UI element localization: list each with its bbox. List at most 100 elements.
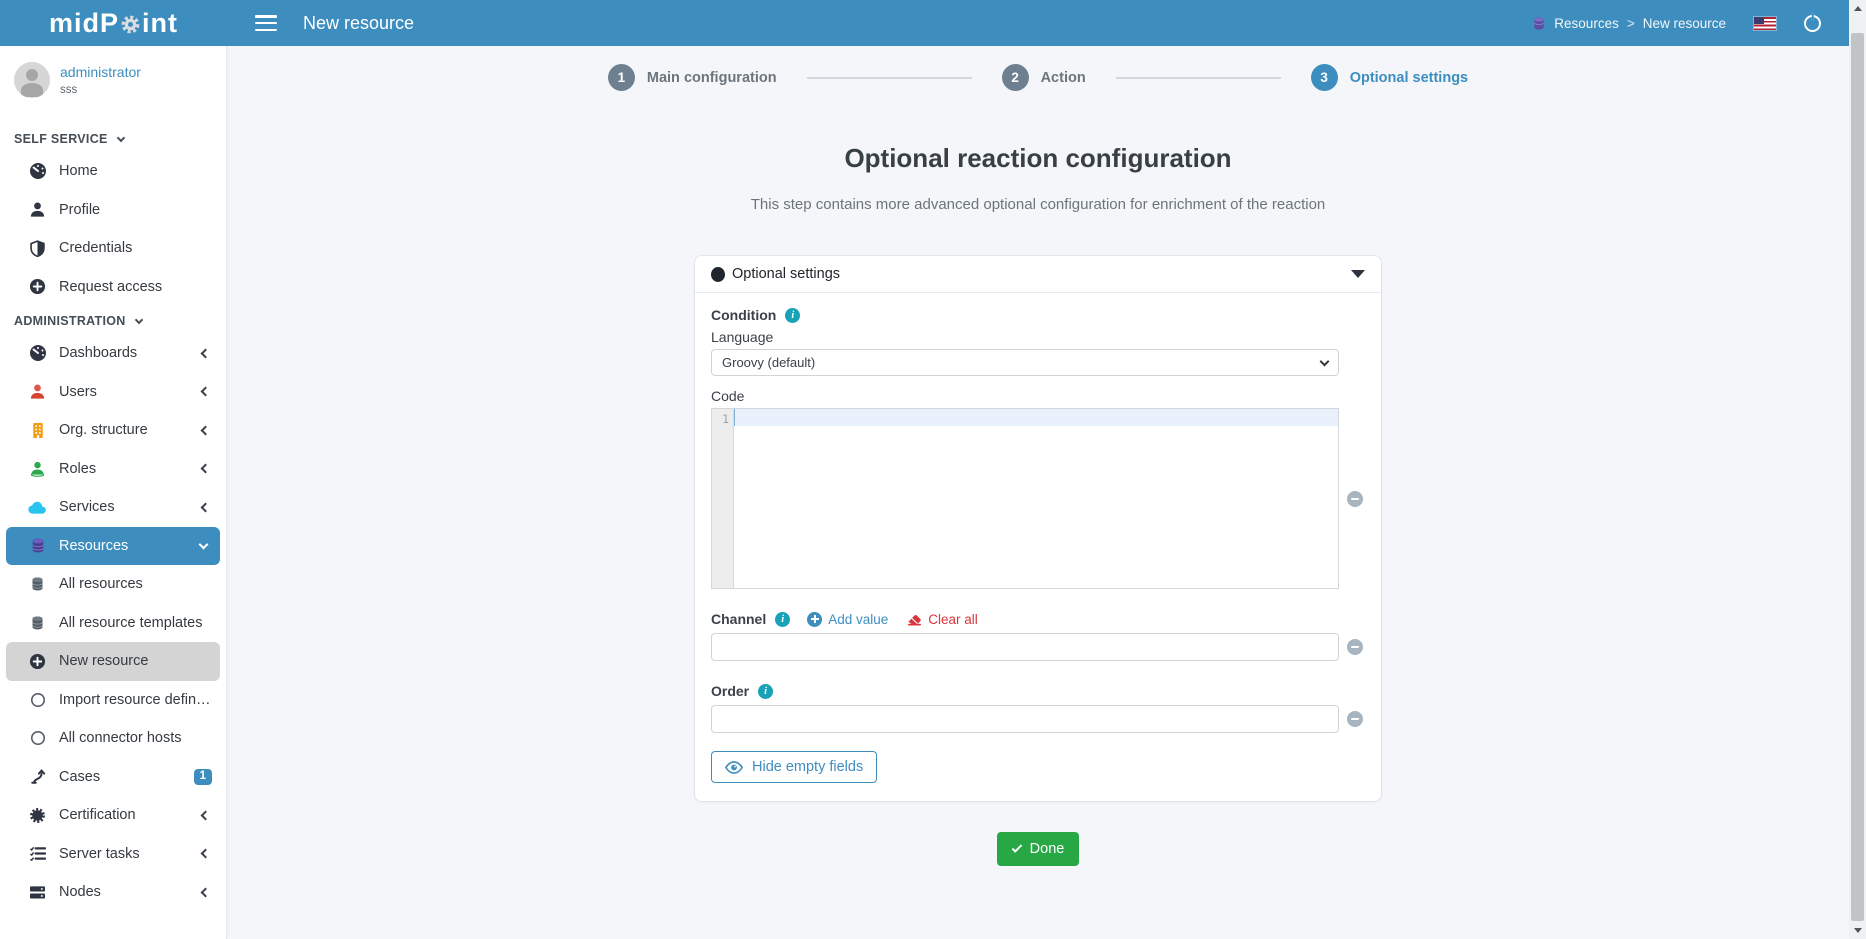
building-icon bbox=[28, 421, 47, 440]
info-icon[interactable]: i bbox=[785, 308, 800, 323]
sidebar-item-all-resource-templates[interactable]: All resource templates bbox=[0, 604, 226, 643]
collapse-caret-icon[interactable] bbox=[1351, 270, 1365, 278]
circle-outline-icon bbox=[28, 729, 47, 748]
sidebar-item-new-resource[interactable]: New resource bbox=[6, 642, 220, 681]
sidebar-item-users[interactable]: Users bbox=[0, 373, 226, 412]
database-icon bbox=[28, 613, 47, 632]
language-select[interactable]: Groovy (default) bbox=[711, 349, 1339, 376]
wizard-step-optional-settings[interactable]: 3 Optional settings bbox=[1311, 64, 1468, 91]
eraser-icon bbox=[907, 612, 922, 626]
channel-input[interactable] bbox=[711, 633, 1339, 661]
sidebar-item-services[interactable]: Services bbox=[0, 488, 226, 527]
chevron-left-icon bbox=[201, 348, 211, 358]
order-label: Order bbox=[711, 683, 749, 699]
code-active-line bbox=[734, 409, 1338, 426]
chevron-left-icon bbox=[201, 849, 211, 859]
check-icon bbox=[1011, 842, 1022, 853]
card-title: Optional settings bbox=[732, 266, 840, 282]
database-icon bbox=[28, 575, 47, 594]
sidebar-item-cases[interactable]: Cases 1 bbox=[0, 758, 226, 797]
route-icon bbox=[28, 767, 47, 786]
sidebar-item-all-resources[interactable]: All resources bbox=[0, 565, 226, 604]
tachometer-icon bbox=[28, 162, 47, 181]
cases-badge: 1 bbox=[194, 769, 212, 785]
info-icon[interactable]: i bbox=[775, 612, 790, 627]
chevron-left-icon bbox=[201, 464, 211, 474]
menu-toggle-icon[interactable] bbox=[255, 15, 277, 31]
channel-label: Channel bbox=[711, 611, 766, 627]
chevron-down-icon bbox=[134, 316, 142, 324]
language-flag-us-icon[interactable] bbox=[1754, 17, 1776, 30]
chevron-down-icon bbox=[116, 134, 124, 142]
chevron-down-icon bbox=[199, 539, 209, 549]
sidebar-item-certification[interactable]: Certification bbox=[0, 796, 226, 835]
sidebar-item-roles[interactable]: Roles bbox=[0, 450, 226, 489]
database-icon bbox=[28, 536, 47, 555]
add-value-button[interactable]: Add value bbox=[807, 612, 888, 627]
remove-value-icon[interactable] bbox=[1347, 491, 1363, 507]
clear-all-button[interactable]: Clear all bbox=[907, 612, 978, 627]
info-icon[interactable]: i bbox=[758, 684, 773, 699]
scrollbar-thumb[interactable] bbox=[1851, 33, 1864, 921]
scroll-up-arrow-icon[interactable] bbox=[1854, 6, 1862, 11]
breadcrumb: Resources > New resource bbox=[1532, 16, 1726, 31]
sidebar-item-import-resource-definition[interactable]: Import resource definit… bbox=[0, 681, 226, 720]
circle-outline-icon bbox=[28, 690, 47, 709]
circle-icon bbox=[711, 267, 725, 282]
plus-circle-icon bbox=[28, 652, 47, 671]
breadcrumb-current: New resource bbox=[1643, 16, 1726, 31]
card-header-toggle[interactable]: Optional settings bbox=[695, 256, 1381, 293]
logout-power-icon[interactable] bbox=[1804, 15, 1821, 32]
remove-value-icon[interactable] bbox=[1347, 639, 1363, 655]
task-list-icon bbox=[28, 844, 47, 863]
browser-scrollbar[interactable] bbox=[1849, 0, 1866, 939]
sidebar-item-home[interactable]: Home bbox=[0, 152, 226, 191]
order-input[interactable] bbox=[711, 705, 1339, 733]
optional-settings-card: Optional settings Condition i Language G… bbox=[694, 255, 1382, 802]
database-icon bbox=[1532, 16, 1546, 31]
hide-empty-fields-button[interactable]: Hide empty fields bbox=[711, 751, 877, 783]
sidebar-item-credentials[interactable]: Credentials bbox=[0, 229, 226, 268]
user-icon bbox=[28, 459, 47, 478]
wizard-step-main-configuration[interactable]: 1 Main configuration bbox=[608, 64, 777, 91]
scroll-down-arrow-icon[interactable] bbox=[1854, 928, 1862, 933]
sidebar-item-nodes[interactable]: Nodes bbox=[0, 873, 226, 912]
done-button[interactable]: Done bbox=[997, 832, 1080, 866]
section-header-self-service[interactable]: SELF SERVICE bbox=[0, 106, 226, 152]
chevron-left-icon bbox=[201, 425, 211, 435]
code-editor[interactable]: 1 bbox=[711, 408, 1339, 589]
breadcrumb-parent-link[interactable]: Resources bbox=[1554, 16, 1619, 31]
user-panel: administrator sss bbox=[0, 46, 226, 106]
sidebar-item-org-structure[interactable]: Org. structure bbox=[0, 411, 226, 450]
sidebar-item-resources[interactable]: Resources bbox=[6, 527, 220, 566]
logo-text: midPint bbox=[49, 8, 178, 39]
sidebar-item-profile[interactable]: Profile bbox=[0, 191, 226, 230]
main-content: 1 Main configuration 2 Action 3 Optional… bbox=[227, 46, 1849, 939]
chevron-left-icon bbox=[201, 387, 211, 397]
chevron-down-icon bbox=[1320, 356, 1330, 366]
condition-label: Condition bbox=[711, 307, 776, 323]
app-logo[interactable]: midPint bbox=[0, 8, 227, 39]
wizard-step-action[interactable]: 2 Action bbox=[1002, 64, 1086, 91]
section-header-administration[interactable]: ADMINISTRATION bbox=[0, 306, 226, 334]
user-name-link[interactable]: administrator bbox=[60, 64, 141, 80]
plus-circle-icon bbox=[28, 277, 47, 296]
sidebar-item-all-connector-hosts[interactable]: All connector hosts bbox=[0, 719, 226, 758]
language-label: Language bbox=[711, 329, 773, 345]
tachometer-icon bbox=[28, 344, 47, 363]
top-navbar: midPint New resource Resources > New res… bbox=[0, 0, 1849, 46]
cloud-icon bbox=[28, 498, 47, 517]
step-connector-line bbox=[1116, 77, 1281, 79]
chevron-left-icon bbox=[201, 810, 211, 820]
user-subtitle: sss bbox=[60, 84, 141, 96]
sidebar-item-dashboards[interactable]: Dashboards bbox=[0, 334, 226, 373]
user-icon bbox=[28, 382, 47, 401]
sidebar-item-request-access[interactable]: Request access bbox=[0, 268, 226, 307]
server-icon bbox=[28, 883, 47, 902]
gear-icon bbox=[120, 14, 141, 35]
shield-icon bbox=[28, 239, 47, 258]
remove-value-icon[interactable] bbox=[1347, 711, 1363, 727]
sidebar-item-server-tasks[interactable]: Server tasks bbox=[0, 835, 226, 874]
step-connector-line bbox=[807, 77, 972, 79]
seal-icon bbox=[28, 806, 47, 825]
